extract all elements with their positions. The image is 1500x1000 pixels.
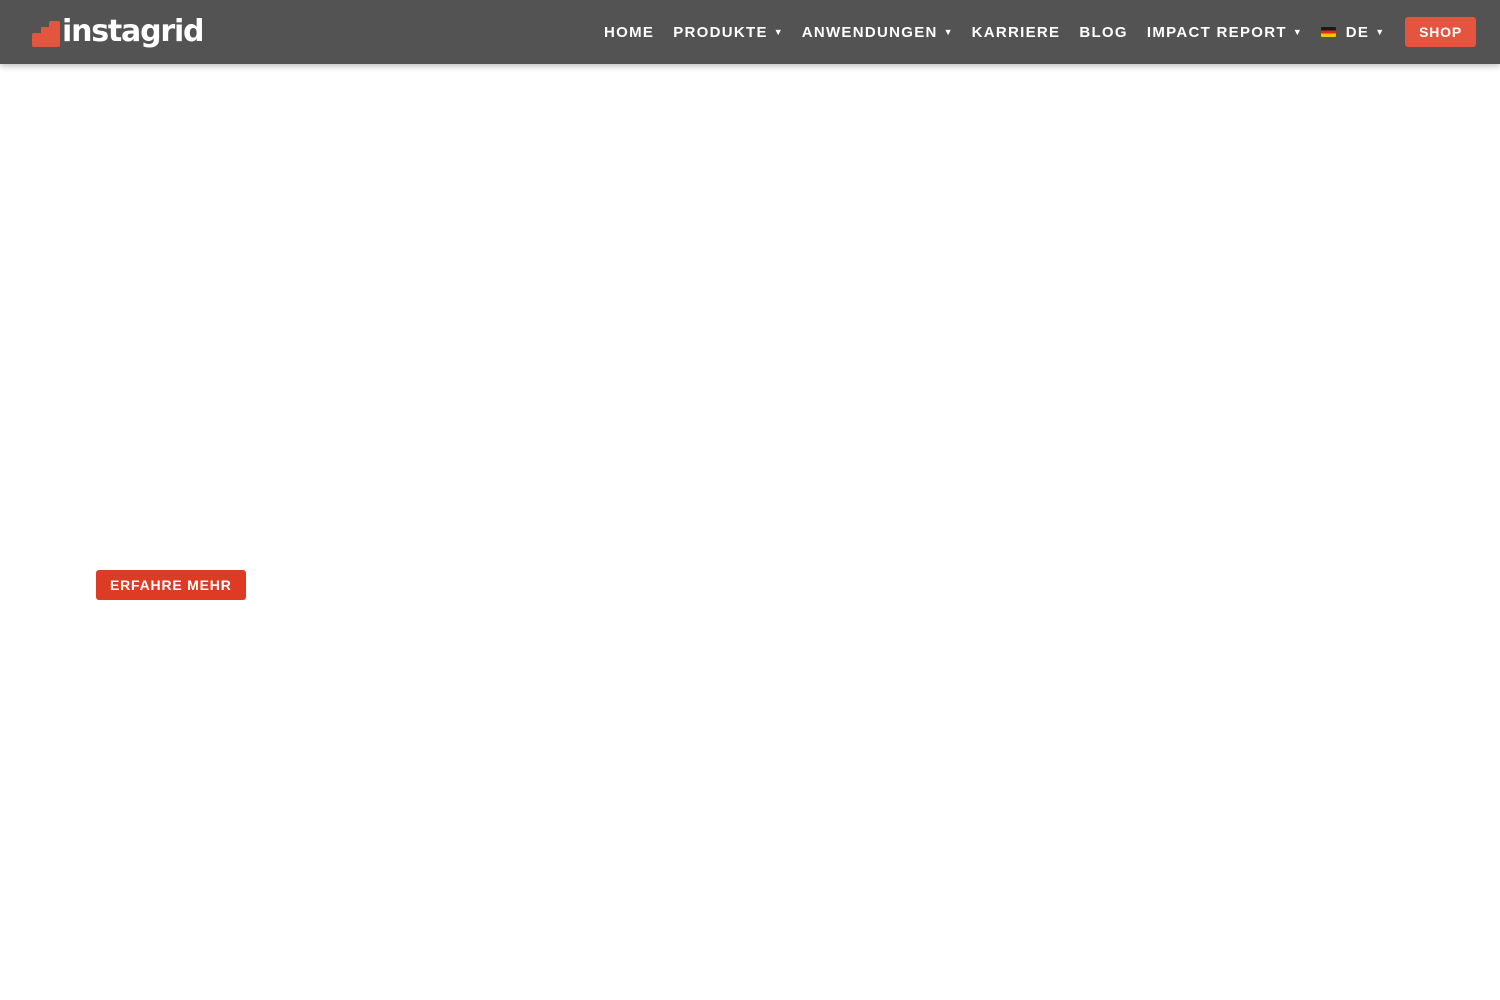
nav-item-blog[interactable]: BLOG (1079, 24, 1128, 41)
caret-down-icon: ▼ (943, 27, 953, 37)
nav-item-label: PRODUKTE (673, 23, 768, 41)
nav-item-anwendungen[interactable]: ANWENDUNGEN ▼ (802, 24, 953, 41)
nav-item-label: BLOG (1079, 23, 1128, 41)
nav-item-impact-report[interactable]: IMPACT REPORT ▼ (1147, 24, 1302, 41)
caret-down-icon: ▼ (773, 27, 783, 37)
nav-item-label: ANWENDUNGEN (801, 23, 938, 41)
nav-item-karriere[interactable]: KARRIERE (972, 24, 1061, 41)
logo-mark-icon (32, 21, 60, 47)
nav-item-produkte[interactable]: PRODUKTE ▼ (673, 24, 783, 41)
caret-down-icon: ▼ (1375, 27, 1385, 37)
main-nav: HOME PRODUKTE ▼ ANWENDUNGEN ▼ KARRIERE B… (604, 0, 1476, 64)
nav-item-label: IMPACT REPORT (1146, 23, 1287, 41)
shop-button[interactable]: SHOP (1405, 17, 1476, 47)
language-selector[interactable]: DE ▼ (1320, 23, 1385, 41)
nav-item-label: KARRIERE (971, 23, 1061, 41)
instagrid-logo[interactable]: instagrid (32, 12, 205, 52)
site-header: instagrid HOME PRODUKTE ▼ ANWENDUNGEN ▼ … (0, 0, 1500, 64)
nav-item-home[interactable]: HOME (604, 24, 654, 41)
language-label: DE (1345, 23, 1370, 41)
nav-item-label: HOME (603, 23, 655, 41)
learn-more-button[interactable]: ERFAHRE MEHR (96, 570, 246, 600)
logo-wordmark: instagrid (62, 14, 205, 49)
caret-down-icon: ▼ (1292, 27, 1302, 37)
germany-flag-icon (1320, 27, 1336, 37)
